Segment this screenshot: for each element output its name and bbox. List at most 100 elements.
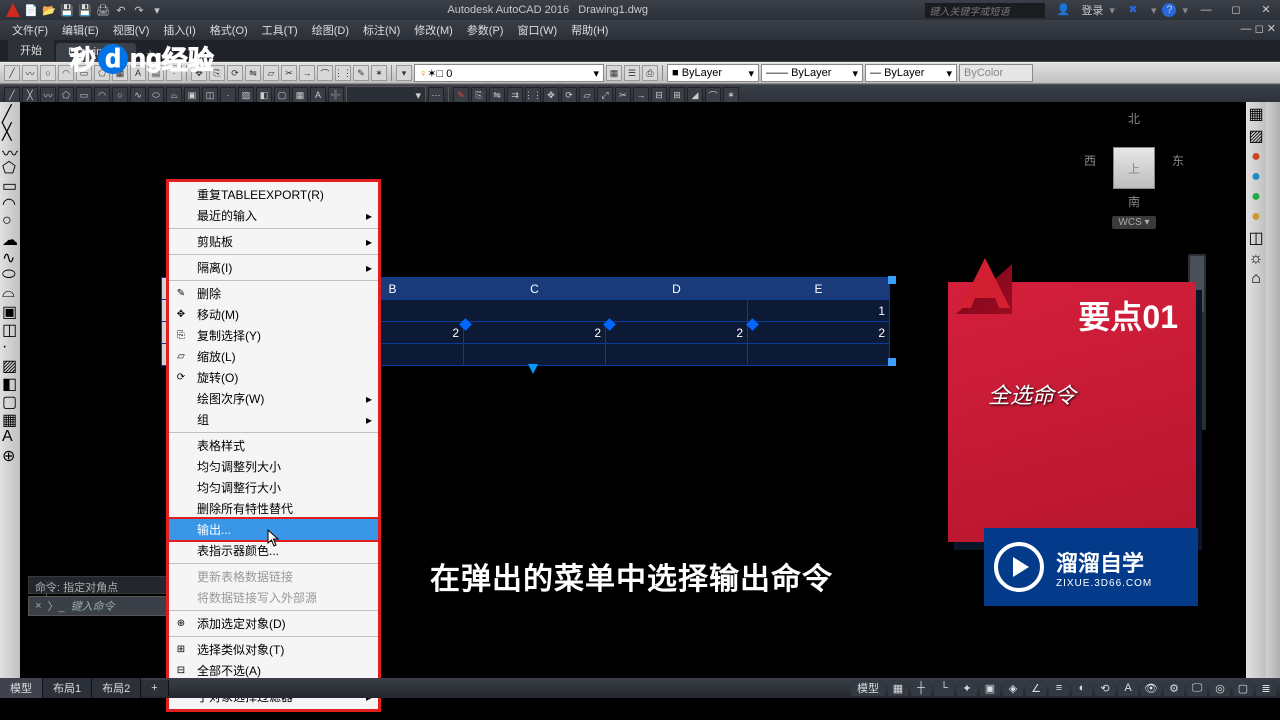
status-snap-icon[interactable]: ┼ [911, 680, 931, 696]
tool-trim-icon[interactable]: ✂ [281, 65, 297, 81]
table-colhdr[interactable]: E [748, 278, 890, 300]
menu-help[interactable]: 帮助(H) [565, 20, 614, 40]
tool-mirror-icon[interactable]: ⇋ [245, 65, 261, 81]
signin-icon[interactable]: 👤 [1051, 1, 1075, 19]
lp-xline-icon[interactable]: ╳ [2, 122, 18, 138]
layer-state-icon[interactable]: ☰ [624, 65, 640, 81]
m-rotate-icon[interactable]: ⟳ [561, 87, 577, 103]
status-ortho-icon[interactable]: └ [934, 680, 954, 696]
ctx-item[interactable]: 组▸ [169, 409, 378, 430]
d-point-icon[interactable]: · [220, 87, 236, 103]
table-colhdr[interactable]: C [464, 278, 606, 300]
lp-hatch-icon[interactable]: ▨ [2, 356, 18, 372]
viewcube-s[interactable]: 南 [1084, 193, 1184, 210]
d-arc-icon[interactable]: ◠ [94, 87, 110, 103]
viewcube-top[interactable]: 上 [1113, 147, 1155, 189]
d-pline-icon[interactable]: 〰 [40, 87, 56, 103]
lp-polygon-icon[interactable]: ⬠ [2, 158, 18, 174]
status-annoscale-icon[interactable]: A [1118, 680, 1138, 696]
grip-arrow[interactable] [528, 364, 538, 374]
ctx-item[interactable]: 均匀调整列大小 [169, 456, 378, 477]
tool-rotate-icon[interactable]: ⟳ [227, 65, 243, 81]
viewcube[interactable]: 北 西 上 东 南 WCS ▾ [1084, 110, 1184, 240]
layer-combo[interactable]: ♀✶□ 0▾ [414, 64, 604, 82]
m-erase-icon[interactable]: ✎ [453, 87, 469, 103]
m-extend-icon[interactable]: → [633, 87, 649, 103]
grip[interactable] [888, 358, 896, 366]
lp-block-icon[interactable]: ◫ [2, 320, 18, 336]
tab-start[interactable]: 开始 [8, 39, 54, 61]
ctx-item[interactable]: ⊞选择类似对象(T) [169, 639, 378, 660]
doc-close-icon[interactable]: — ◻ ✕ [1241, 22, 1276, 35]
menu-tools[interactable]: 工具(T) [256, 20, 304, 40]
d-mtext-icon[interactable]: A [310, 87, 326, 103]
d-more1-icon[interactable]: ⋯ [428, 87, 444, 103]
d-insert-icon[interactable]: ▣ [184, 87, 200, 103]
m-move-icon[interactable]: ✥ [543, 87, 559, 103]
rp-2-icon[interactable]: ▨ [1248, 126, 1263, 146]
app-logo-icon[interactable] [6, 3, 20, 17]
max-button[interactable]: ◻ [1224, 1, 1248, 19]
qat-redo-icon[interactable]: ↷ [132, 3, 146, 17]
rp-1-icon[interactable]: ▦ [1248, 104, 1263, 124]
status-workspace-icon[interactable]: ⚙ [1164, 680, 1184, 696]
status-clean-icon[interactable]: ▢ [1233, 680, 1253, 696]
status-cycle-icon[interactable]: ⟲ [1095, 680, 1115, 696]
m-array-icon[interactable]: ⋮⋮ [525, 87, 541, 103]
status-monitor-icon[interactable]: 🖵 [1187, 680, 1207, 696]
close-button[interactable]: ✕ [1254, 1, 1278, 19]
status-3dosnap-icon[interactable]: ◈ [1003, 680, 1023, 696]
ctx-item[interactable]: 剪贴板▸ [169, 231, 378, 252]
lp-addsel-icon[interactable]: ⊕ [2, 446, 18, 462]
menu-edit[interactable]: 编辑(E) [56, 20, 105, 40]
ctx-item[interactable]: 删除所有特性替代 [169, 498, 378, 519]
d-xline-icon[interactable]: ╳ [22, 87, 38, 103]
tool-scale-icon[interactable]: ▱ [263, 65, 279, 81]
menu-file[interactable]: 文件(F) [6, 20, 54, 40]
d-region-icon[interactable]: ▢ [274, 87, 290, 103]
ctx-item[interactable]: ⎘复制选择(Y) [169, 325, 378, 346]
status-otrack-icon[interactable]: ∠ [1026, 680, 1046, 696]
ctx-item[interactable]: ✎删除 [169, 283, 378, 304]
rp-5-icon[interactable]: ● [1251, 188, 1261, 206]
viewcube-w[interactable]: 西 [1084, 152, 1096, 169]
color-combo[interactable]: ■ ByLayer▾ [667, 64, 759, 82]
lineweight-combo[interactable]: — ByLayer▾ [865, 64, 957, 82]
d-circle-icon[interactable]: ○ [112, 87, 128, 103]
m-explode-icon[interactable]: ✶ [723, 87, 739, 103]
lp-rect-icon[interactable]: ▭ [2, 176, 18, 192]
rp-8-icon[interactable]: ☼ [1249, 250, 1264, 268]
menu-param[interactable]: 参数(P) [461, 20, 510, 40]
lp-ellipse-icon[interactable]: ⬭ [2, 266, 18, 282]
d-ellipsearc-icon[interactable]: ⌓ [166, 87, 182, 103]
ctx-item[interactable]: 最近的输入▸ [169, 205, 378, 226]
right-scroll-palette[interactable] [1266, 102, 1280, 698]
lp-mtext-icon[interactable]: A [2, 428, 18, 444]
table-colhdr[interactable]: D [606, 278, 748, 300]
m-scale-icon[interactable]: ▱ [579, 87, 595, 103]
rp-9-icon[interactable]: ⌂ [1251, 270, 1261, 288]
d-gradient-icon[interactable]: ◧ [256, 87, 272, 103]
tool-fillet-icon[interactable]: ⌒ [317, 65, 333, 81]
layer-drop-icon[interactable]: ▾ [396, 65, 412, 81]
m-stretch-icon[interactable]: ⤢ [597, 87, 613, 103]
cmd-chevron-icon[interactable]: 〉_ [47, 598, 64, 614]
ctx-item[interactable]: 表格样式 [169, 435, 378, 456]
status-tab-layout1[interactable]: 布局1 [43, 678, 92, 698]
linetype-combo[interactable]: —— ByLayer▾ [761, 64, 863, 82]
tool-circle-icon[interactable]: ○ [40, 65, 56, 81]
exchange-icon[interactable]: ✖ [1121, 1, 1145, 19]
status-custom-icon[interactable]: ≣ [1256, 680, 1276, 696]
d-spline-icon[interactable]: ∿ [130, 87, 146, 103]
d-rect-icon[interactable]: ▭ [76, 87, 92, 103]
rp-7-icon[interactable]: ◫ [1248, 228, 1263, 248]
menu-window[interactable]: 窗口(W) [511, 20, 563, 40]
layer-match-icon[interactable]: ⎙ [642, 65, 658, 81]
tool-array-icon[interactable]: ⋮⋮ [335, 65, 351, 81]
status-tab-layout2[interactable]: 布局2 [92, 678, 141, 698]
status-annovis-icon[interactable]: 👁 [1141, 680, 1161, 696]
ctx-item[interactable]: ▱缩放(L) [169, 346, 378, 367]
d-polygon-icon[interactable]: ⬠ [58, 87, 74, 103]
lp-spline-icon[interactable]: ∿ [2, 248, 18, 264]
d-ellipse-icon[interactable]: ⬭ [148, 87, 164, 103]
